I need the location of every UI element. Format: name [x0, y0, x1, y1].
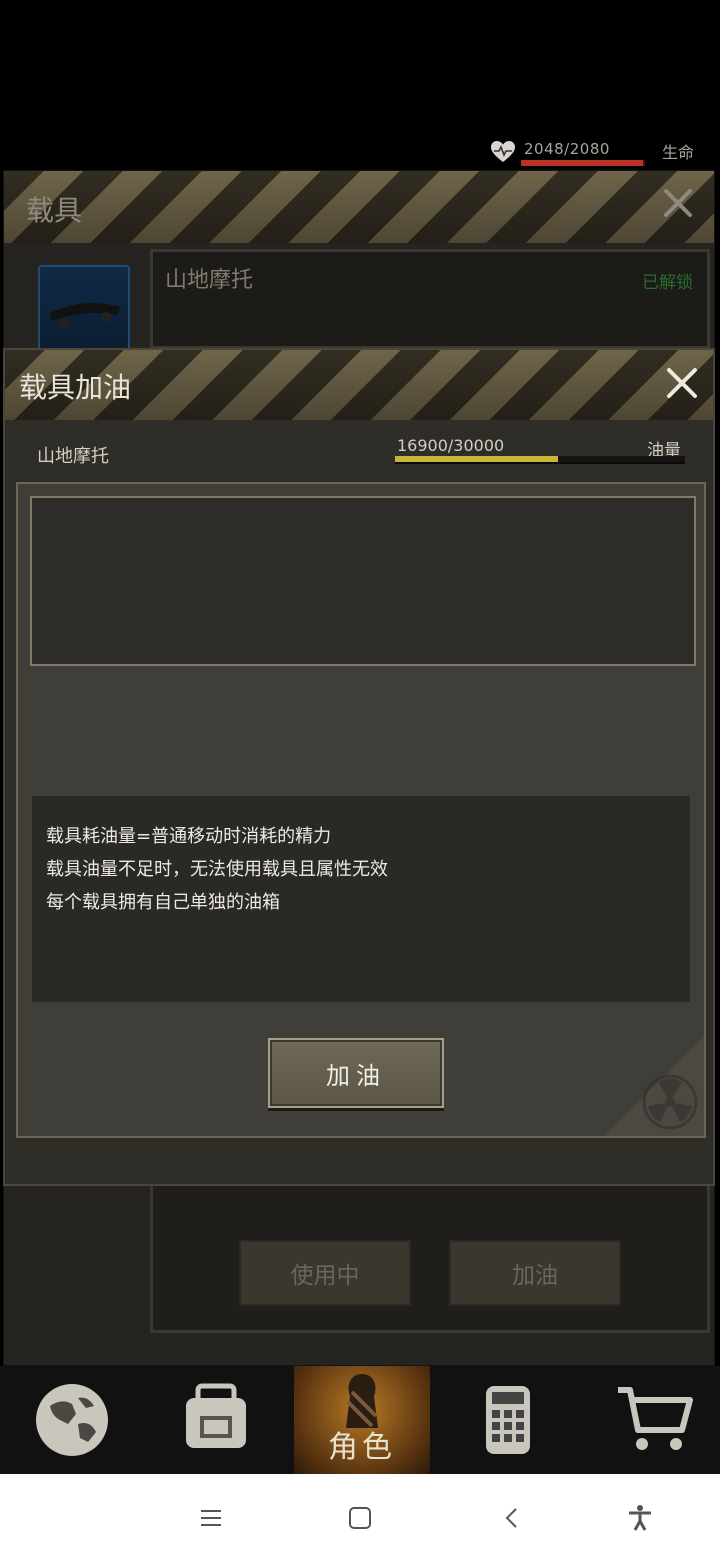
vehicle-actions: 使用中 加油 [150, 1181, 710, 1333]
nav-crafting[interactable] [440, 1366, 576, 1474]
globe-icon [36, 1384, 108, 1456]
nav-character-label: 角色 [328, 1430, 396, 1465]
backpack-icon [186, 1383, 246, 1448]
accessibility-button[interactable] [622, 1500, 658, 1536]
close-icon[interactable] [660, 185, 696, 221]
motorbike-icon [50, 303, 120, 328]
info-box: 载具耗油量=普通移动时消耗的精力 载具油量不足时，无法使用载具且属性无效 每个载… [32, 796, 690, 1002]
info-line: 载具油量不足时，无法使用载具且属性无效 [46, 859, 388, 880]
refuel-dialog-header: 载具加油 [5, 350, 713, 420]
refuel-dialog: 载具加油 山地摩托 16900/30000 油量 载具耗油量=普通移动时消耗的精… [3, 348, 715, 1186]
status-bar: 2048/2080 生命 [0, 138, 720, 170]
refuel-button[interactable]: 加油 [268, 1038, 444, 1108]
home-square-icon [349, 1507, 371, 1529]
unlock-status: 已解锁 [642, 273, 693, 293]
chevron-left-icon [505, 1508, 517, 1528]
fuel-bar-fill [395, 456, 559, 462]
hp-value: 2048/2080 [524, 140, 610, 158]
fuel-bar [395, 456, 685, 464]
refuel-dialog-title: 载具加油 [19, 371, 132, 404]
fuel-item-slots[interactable] [30, 496, 696, 666]
nav-backpack[interactable] [148, 1366, 284, 1474]
radiation-icon [642, 1074, 698, 1130]
hp-bar [521, 160, 645, 166]
fuel-value: 16900/30000 [397, 436, 505, 455]
menu-icon [201, 1510, 221, 1526]
shopping-cart-icon [618, 1387, 693, 1450]
info-line: 每个载具拥有自己单独的油箱 [46, 892, 280, 913]
refuel-button-background[interactable]: 加油 [449, 1240, 621, 1306]
vehicle-panel-title: 载具 [26, 194, 83, 227]
nav-character[interactable]: 角色 [294, 1366, 430, 1474]
system-nav-bar [0, 1474, 720, 1560]
nav-shop[interactable] [586, 1366, 720, 1474]
calculator-icon [486, 1386, 530, 1454]
nav-world[interactable] [4, 1366, 140, 1474]
home-button[interactable] [342, 1500, 378, 1536]
menu-button[interactable] [193, 1500, 229, 1536]
in-use-button[interactable]: 使用中 [239, 1240, 411, 1306]
fuel-row: 山地摩托 16900/30000 油量 [5, 420, 713, 480]
fuel-vehicle-name: 山地摩托 [37, 446, 109, 467]
vehicle-card[interactable]: 山地摩托 已解锁 [150, 249, 710, 349]
accessibility-icon [629, 1505, 651, 1531]
hp-label: 生命 [662, 143, 695, 162]
vehicle-name: 山地摩托 [165, 268, 254, 293]
heart-icon [491, 141, 515, 162]
bottom-nav: 角色 [0, 1366, 720, 1474]
vehicle-thumbnail[interactable] [38, 265, 130, 361]
back-button[interactable] [494, 1500, 530, 1536]
close-icon[interactable] [663, 364, 701, 402]
hp-bar-fill [521, 160, 644, 166]
refuel-content: 载具耗油量=普通移动时消耗的精力 载具油量不足时，无法使用载具且属性无效 每个载… [16, 482, 706, 1138]
vehicle-panel-header: 载具 [4, 171, 714, 243]
info-line: 载具耗油量=普通移动时消耗的精力 [46, 826, 332, 847]
